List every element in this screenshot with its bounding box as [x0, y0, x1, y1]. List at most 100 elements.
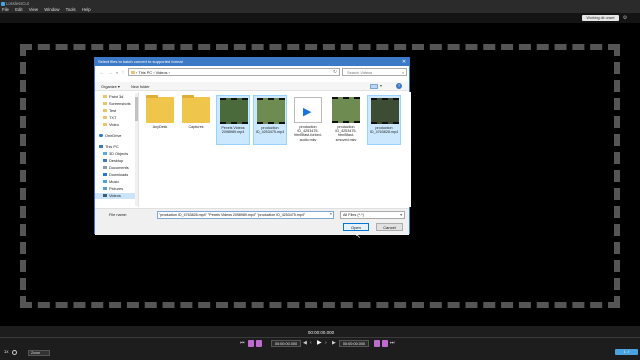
- menu-help[interactable]: Help: [82, 7, 91, 12]
- chevron-down-icon: ▾: [400, 213, 402, 217]
- jump-end-icon[interactable]: ⏭: [390, 340, 396, 347]
- close-icon[interactable]: ✕: [399, 58, 409, 66]
- file-name-input[interactable]: "production ID_4763828.mp4" "Pexels Vide…: [157, 211, 334, 219]
- cube-icon: [103, 152, 107, 156]
- nav-item-label: Desktop: [109, 158, 124, 163]
- nav-item-label: Downloads: [109, 172, 129, 177]
- title-bar: LosslessCut: [0, 0, 640, 7]
- file-name-dropdown-icon[interactable]: ▾: [330, 212, 332, 216]
- folder-icon: [182, 95, 210, 123]
- view-icon[interactable]: [370, 84, 378, 89]
- open-button[interactable]: Open: [343, 223, 369, 231]
- zoom-select[interactable]: Zoom: [28, 350, 50, 356]
- nav-item-label: Test: [109, 108, 117, 113]
- jump-cut-start-button[interactable]: [256, 340, 262, 347]
- nav-item-video[interactable]: Video: [103, 122, 119, 128]
- file-tile-anydesk[interactable]: AnyDesk: [143, 95, 177, 145]
- working-dir-button[interactable]: Working dir unset: [582, 15, 619, 21]
- step-forward-icon[interactable]: ▶: [332, 340, 337, 347]
- nav-item-documents[interactable]: Documents: [103, 165, 129, 171]
- media-player-icon: [294, 97, 322, 123]
- nav-item-label: Music: [109, 179, 120, 184]
- nav-item-onedrive[interactable]: OneDrive: [99, 133, 121, 139]
- nav-item-txt[interactable]: TXT: [103, 115, 116, 121]
- nav-item-downloads[interactable]: Downloads: [103, 172, 128, 178]
- file-name: Pexels Videos 2098989.mp4: [221, 126, 245, 135]
- nav-item-music[interactable]: Music: [103, 179, 119, 185]
- menu-tools[interactable]: Tools: [66, 7, 76, 12]
- nav-scrollbar[interactable]: [135, 93, 138, 206]
- menu-view[interactable]: View: [29, 7, 38, 12]
- cut-start-time[interactable]: 00:00:00.000: [271, 340, 301, 347]
- nav-item-paint-3d[interactable]: Paint 3d: [103, 94, 123, 100]
- breadcrumb-this-pc[interactable]: This PC: [138, 70, 152, 75]
- nav-item-screenshots[interactable]: Screenshots: [103, 101, 131, 107]
- nav-item-videos[interactable]: Videos: [95, 193, 138, 199]
- search-icon: ⌕: [401, 70, 404, 75]
- cloud-icon: [99, 134, 103, 138]
- file-tile-forked-audio[interactable]: production ID_4253475-html5fast-forked-a…: [291, 95, 325, 157]
- computer-icon: [99, 145, 103, 149]
- breadcrumb-videos[interactable]: Videos: [156, 70, 168, 75]
- document-icon: [103, 166, 107, 170]
- file-tile-captures[interactable]: Captures: [179, 95, 213, 145]
- set-cut-start-button[interactable]: [248, 340, 254, 347]
- export-button[interactable]: ⇩ ✓: [615, 349, 638, 355]
- window-title: LosslessCut: [6, 1, 29, 6]
- scrollbar-thumb[interactable]: [135, 97, 138, 121]
- loop-icon[interactable]: [12, 350, 17, 355]
- file-name-label: File name:: [109, 212, 128, 217]
- file-name: AnyDesk: [152, 125, 168, 129]
- folder-icon: [103, 123, 107, 127]
- organize-button[interactable]: Organize ▾: [101, 84, 120, 89]
- help-icon[interactable]: ?: [396, 83, 402, 89]
- jump-start-icon[interactable]: ⏮: [240, 340, 246, 347]
- file-tile-production-4763828[interactable]: production ID_4763828.mp4: [367, 95, 401, 145]
- view-chevron-icon[interactable]: ▾: [380, 83, 382, 88]
- file-type-select[interactable]: All Files (*.*) ▾: [340, 211, 405, 219]
- forward-arrow-icon[interactable]: →: [107, 70, 113, 77]
- settings-icon[interactable]: ⚙: [622, 15, 628, 21]
- set-cut-end-button[interactable]: [382, 340, 388, 347]
- file-name: production ID_4763828.mp4: [369, 126, 399, 135]
- folder-icon: [131, 71, 135, 74]
- nav-item-label: OneDrive: [105, 133, 122, 138]
- picture-icon: [103, 187, 107, 191]
- nav-item-label: TXT: [109, 115, 117, 120]
- back-arrow-icon[interactable]: ←: [99, 70, 105, 77]
- search-input[interactable]: Search Videos ⌕: [342, 68, 407, 76]
- prev-frame-icon[interactable]: ‹: [310, 340, 315, 347]
- nav-item-this-pc[interactable]: This PC: [99, 144, 119, 150]
- play-icon[interactable]: ▶: [317, 340, 323, 347]
- video-thumbnail: [257, 98, 285, 124]
- app-logo-icon: [1, 1, 5, 6]
- navigation-pane: Paint 3d Screenshots Test TXT Video OneD…: [95, 92, 139, 207]
- nav-item-desktop[interactable]: Desktop: [103, 158, 123, 164]
- nav-item-3d-objects[interactable]: 3D Objects: [103, 151, 128, 157]
- cancel-button[interactable]: Cancel: [376, 223, 403, 231]
- new-folder-button[interactable]: New folder: [131, 84, 150, 89]
- timeline[interactable]: [0, 337, 640, 338]
- nav-item-label: Videos: [109, 193, 121, 198]
- menu-edit[interactable]: Edit: [15, 7, 22, 12]
- command-bar: Organize ▾ New folder: [95, 82, 409, 91]
- menu-window[interactable]: Window: [44, 7, 59, 12]
- video-icon: [103, 194, 107, 198]
- address-bar[interactable]: › This PC › Videos ›: [128, 68, 340, 76]
- mouse-cursor-icon: ↖: [355, 233, 361, 240]
- nav-item-pictures[interactable]: Pictures: [103, 186, 123, 192]
- step-back-icon[interactable]: ◀: [303, 340, 308, 347]
- menu-file[interactable]: File: [2, 7, 9, 12]
- file-name: production ID_4253475-html5fast-smoved.m…: [335, 125, 357, 142]
- top-toolbar: [0, 13, 640, 23]
- up-arrow-icon[interactable]: ↑: [120, 70, 126, 77]
- file-tile-smoved[interactable]: production ID_4253475-html5fast-smoved.m…: [329, 95, 363, 157]
- file-tile-production-4253475[interactable]: production ID_4253475.mp4: [253, 95, 287, 145]
- nav-item-test[interactable]: Test: [103, 108, 116, 114]
- next-frame-icon[interactable]: ›: [325, 340, 330, 347]
- cut-end-time[interactable]: 00:00:00.000: [339, 340, 369, 347]
- file-tile-pexels-video[interactable]: Pexels Videos 2098989.mp4: [216, 95, 250, 145]
- jump-cut-end-button[interactable]: [374, 340, 380, 347]
- refresh-icon[interactable]: ↻: [330, 68, 340, 76]
- desktop-icon: [103, 159, 107, 163]
